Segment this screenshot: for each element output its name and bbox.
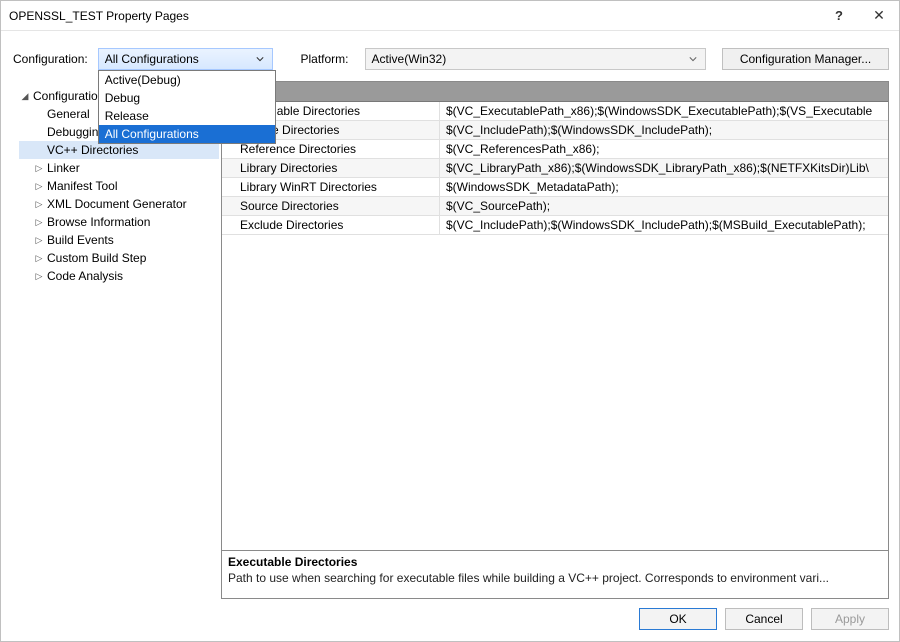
prop-value[interactable]: $(VC_ReferencesPath_x86); <box>440 140 888 158</box>
expand-icon[interactable]: ▷ <box>33 199 45 210</box>
properties-grid: Executable Directories $(VC_ExecutablePa… <box>222 102 888 235</box>
prop-value[interactable]: $(VC_IncludePath);$(WindowsSDK_IncludePa… <box>440 216 888 234</box>
configuration-option[interactable]: Active(Debug) <box>99 71 275 89</box>
tree-item-xml-doc-gen[interactable]: ▷XML Document Generator <box>19 195 221 213</box>
close-button[interactable]: ✕ <box>859 1 899 31</box>
property-pages-window: OPENSSL_TEST Property Pages ? ✕ Configur… <box>0 0 900 642</box>
prop-name: Library Directories <box>222 159 440 177</box>
prop-value[interactable]: $(VC_IncludePath);$(WindowsSDK_IncludePa… <box>440 121 888 139</box>
apply-button[interactable]: Apply <box>811 608 889 630</box>
configuration-dropdown: Active(Debug) Debug Release All Configur… <box>98 70 276 144</box>
window-title: OPENSSL_TEST Property Pages <box>9 9 819 23</box>
properties-panel: Geneal Executable Directories $(VC_Execu… <box>221 81 889 599</box>
prop-name: Library WinRT Directories <box>222 178 440 196</box>
grid-row[interactable]: Source Directories $(VC_SourcePath); <box>222 197 888 216</box>
configuration-manager-button[interactable]: Configuration Manager... <box>722 48 889 70</box>
dialog-footer: OK Cancel Apply <box>1 605 899 641</box>
configuration-option[interactable]: All Configurations <box>99 125 275 143</box>
tree-item-linker[interactable]: ▷Linker <box>19 159 221 177</box>
configuration-value: All Configurations <box>105 52 199 66</box>
grid-row[interactable]: Library Directories $(VC_LibraryPath_x86… <box>222 159 888 178</box>
prop-value[interactable]: $(WindowsSDK_MetadataPath); <box>440 178 888 196</box>
prop-name: Exclude Directories <box>222 216 440 234</box>
expand-icon[interactable]: ▷ <box>33 271 45 282</box>
prop-value[interactable]: $(VC_LibraryPath_x86);$(WindowsSDK_Libra… <box>440 159 888 177</box>
body: ◢ Configuration Properties General Debug… <box>1 81 899 605</box>
prop-value[interactable]: $(VC_SourcePath); <box>440 197 888 215</box>
grid-row[interactable]: Library WinRT Directories $(WindowsSDK_M… <box>222 178 888 197</box>
title-bar: OPENSSL_TEST Property Pages ? ✕ <box>1 1 899 31</box>
group-header: Geneal <box>222 82 888 102</box>
help-button[interactable]: ? <box>819 1 859 31</box>
grid-row[interactable]: Include Directories $(VC_IncludePath);$(… <box>222 121 888 140</box>
configuration-option[interactable]: Debug <box>99 89 275 107</box>
expand-icon[interactable]: ▷ <box>33 253 45 264</box>
tree-item-build-events[interactable]: ▷Build Events <box>19 231 221 249</box>
grid-row[interactable]: Exclude Directories $(VC_IncludePath);$(… <box>222 216 888 235</box>
ok-button[interactable]: OK <box>639 608 717 630</box>
configuration-label: Configuration: <box>11 52 90 66</box>
expand-icon[interactable]: ▷ <box>33 235 45 246</box>
expand-icon[interactable]: ▷ <box>33 217 45 228</box>
configuration-option[interactable]: Release <box>99 107 275 125</box>
nav-tree[interactable]: ◢ Configuration Properties General Debug… <box>19 81 221 599</box>
cancel-button[interactable]: Cancel <box>725 608 803 630</box>
expand-icon[interactable]: ▷ <box>33 163 45 174</box>
prop-value[interactable]: $(VC_ExecutablePath_x86);$(WindowsSDK_Ex… <box>440 102 888 120</box>
config-bar: Configuration: All Configurations Active… <box>11 45 889 73</box>
collapse-icon[interactable]: ◢ <box>19 91 31 102</box>
prop-name: Source Directories <box>222 197 440 215</box>
tree-item-browse-info[interactable]: ▷Browse Information <box>19 213 221 231</box>
platform-value: Active(Win32) <box>372 52 447 66</box>
platform-combo[interactable]: Active(Win32) <box>365 48 707 70</box>
grid-row[interactable]: Reference Directories $(VC_ReferencesPat… <box>222 140 888 159</box>
tree-item-manifest-tool[interactable]: ▷Manifest Tool <box>19 177 221 195</box>
configuration-combo[interactable]: All Configurations Active(Debug) Debug R… <box>98 48 273 70</box>
description-text: Path to use when searching for executabl… <box>228 571 882 585</box>
tree-item-custom-build-step[interactable]: ▷Custom Build Step <box>19 249 221 267</box>
platform-label: Platform: <box>299 52 351 66</box>
grid-row[interactable]: Executable Directories $(VC_ExecutablePa… <box>222 102 888 121</box>
tree-item-code-analysis[interactable]: ▷Code Analysis <box>19 267 221 285</box>
description-panel: Executable Directories Path to use when … <box>222 550 888 598</box>
description-title: Executable Directories <box>228 555 882 569</box>
expand-icon[interactable]: ▷ <box>33 181 45 192</box>
